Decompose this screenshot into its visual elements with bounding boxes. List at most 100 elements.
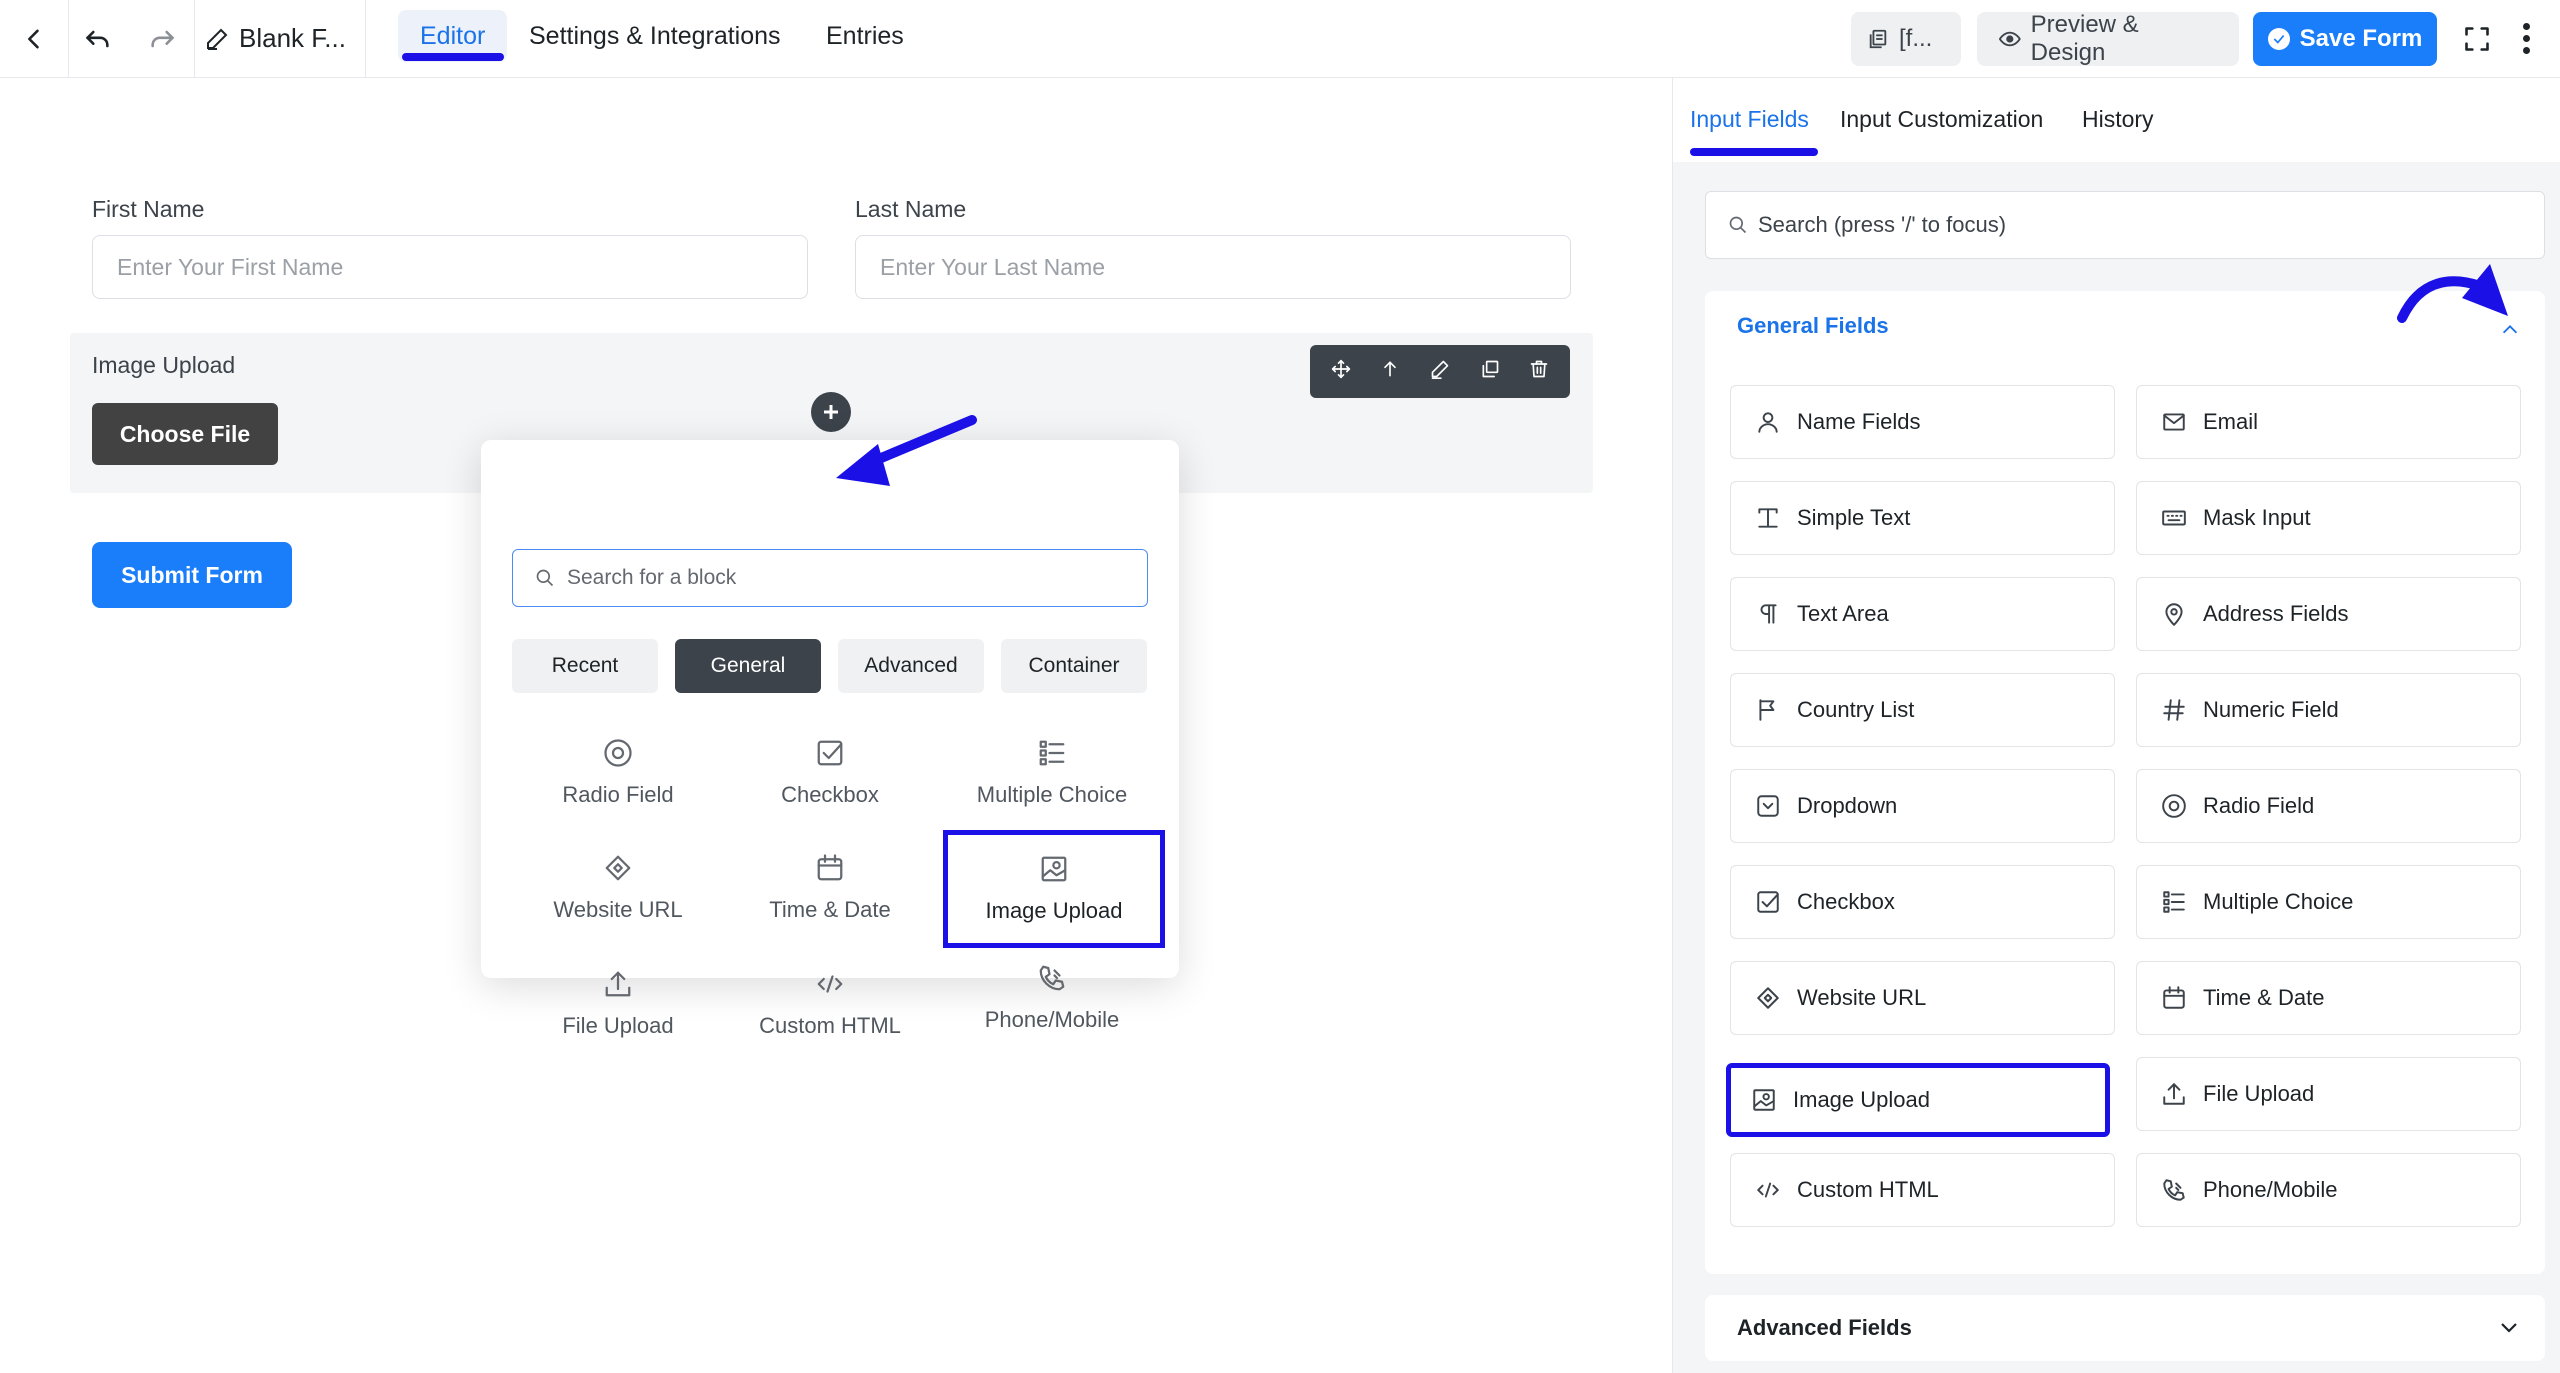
shortcode-button[interactable]: [f... <box>1851 12 1961 66</box>
save-label: Save Form <box>2299 25 2423 52</box>
submit-form-button[interactable]: Submit Form <box>92 542 292 608</box>
block-radio-field[interactable]: Radio Field <box>507 723 729 823</box>
field-image-upload[interactable]: Image Upload <box>1726 1063 2110 1137</box>
tab-input-customization[interactable]: Input Customization <box>1840 106 2043 133</box>
image-icon <box>1753 1089 1775 1111</box>
hash-icon <box>2163 699 2185 721</box>
field-address-fields[interactable]: Address Fields <box>2136 577 2521 651</box>
arrow-up-icon[interactable] <box>1380 359 1400 384</box>
checkbox-icon <box>1757 891 1779 913</box>
field-label: Multiple Choice <box>2203 889 2354 914</box>
block-label: Time & Date <box>769 897 891 922</box>
eye-icon <box>1999 31 2021 47</box>
field-name-fields[interactable]: Name Fields <box>1730 385 2115 459</box>
code-icon <box>1757 1182 1779 1198</box>
field-label: Mask Input <box>2203 505 2311 530</box>
tab-history[interactable]: History <box>2082 106 2154 133</box>
field-label: Phone/Mobile <box>2203 1177 2338 1202</box>
block-toolbar <box>1310 345 1570 398</box>
annotation-underline <box>402 53 504 61</box>
chevron-down-icon[interactable] <box>2497 1315 2521 1344</box>
map-pin-icon <box>2165 603 2183 626</box>
field-text-area[interactable]: Text Area <box>1730 577 2115 651</box>
block-checkbox[interactable]: Checkbox <box>719 723 941 823</box>
field-label: Website URL <box>1797 985 1927 1010</box>
edit-icon[interactable] <box>1430 359 1450 384</box>
fullscreen-icon[interactable] <box>2452 0 2502 77</box>
last-name-input[interactable]: Enter Your Last Name <box>855 235 1571 299</box>
redo-icon[interactable] <box>130 0 194 77</box>
code-icon <box>817 975 843 993</box>
block-custom-html[interactable]: Custom HTML <box>719 954 941 1054</box>
tab-entries[interactable]: Entries <box>804 10 926 62</box>
block-label: Multiple Choice <box>976 782 1128 807</box>
calendar-icon <box>817 854 843 881</box>
radio-icon <box>2162 794 2186 818</box>
trash-icon[interactable] <box>1529 359 1549 384</box>
field-email[interactable]: Email <box>2136 385 2521 459</box>
field-label: Time & Date <box>2203 985 2325 1010</box>
more-vertical-icon[interactable] <box>2508 0 2544 77</box>
block-search-placeholder: Search for a block <box>567 566 737 589</box>
upload-icon <box>605 971 631 997</box>
general-fields-title[interactable]: General Fields <box>1737 313 1889 339</box>
link-icon <box>1757 987 1779 1009</box>
tab-settings-integrations[interactable]: Settings & Integrations <box>507 10 803 62</box>
field-website-url[interactable]: Website URL <box>1730 961 2115 1035</box>
field-search-input[interactable]: Search (press '/' to focus) <box>1705 191 2545 259</box>
chevron-up-icon[interactable] <box>2499 319 2521 346</box>
field-label: Dropdown <box>1797 793 1898 818</box>
back-icon[interactable] <box>0 0 68 77</box>
block-multiple-choice[interactable]: Multiple Choice <box>941 723 1163 823</box>
copy-icon <box>1869 29 1887 49</box>
duplicate-icon[interactable] <box>1480 359 1500 384</box>
field-checkbox[interactable]: Checkbox <box>1730 865 2115 939</box>
tab-input-fields[interactable]: Input Fields <box>1690 106 1809 133</box>
popover-tab-recent[interactable]: Recent <box>512 639 658 693</box>
shortcode-label: [f... <box>1899 25 1933 52</box>
undo-icon[interactable] <box>68 0 128 77</box>
field-simple-text[interactable]: Simple Text <box>1730 481 2115 555</box>
field-country-list[interactable]: Country List <box>1730 673 2115 747</box>
advanced-fields-section[interactable]: Advanced Fields <box>1705 1295 2545 1361</box>
check-circle-icon <box>2267 28 2290 50</box>
choose-file-button[interactable]: Choose File <box>92 403 278 465</box>
move-icon[interactable] <box>1331 359 1351 384</box>
form-title[interactable]: Blank F... <box>205 0 346 77</box>
field-numeric-field[interactable]: Numeric Field <box>2136 673 2521 747</box>
field-multiple-choice[interactable]: Multiple Choice <box>2136 865 2521 939</box>
field-label: Numeric Field <box>2203 697 2339 722</box>
field-phone-mobile[interactable]: Phone/Mobile <box>2136 1153 2521 1227</box>
field-time-date[interactable]: Time & Date <box>2136 961 2521 1035</box>
popover-tab-advanced[interactable]: Advanced <box>838 639 984 693</box>
field-label: Name Fields <box>1797 409 1921 434</box>
field-dropdown[interactable]: Dropdown <box>1730 769 2115 843</box>
field-label: Country List <box>1797 697 1915 722</box>
popover-tab-container[interactable]: Container <box>1001 639 1147 693</box>
field-file-upload[interactable]: File Upload <box>2136 1057 2521 1131</box>
block-label: Checkbox <box>781 782 879 807</box>
panel-tabs: Input Fields Input Customization History <box>1673 78 2560 162</box>
field-mask-input[interactable]: Mask Input <box>2136 481 2521 555</box>
last-name-label: Last Name <box>855 196 967 222</box>
field-radio-field[interactable]: Radio Field <box>2136 769 2521 843</box>
field-label: Simple Text <box>1797 505 1911 530</box>
first-name-input[interactable]: Enter Your First Name <box>92 235 808 299</box>
popover-tab-general[interactable]: General <box>675 639 821 693</box>
block-file-upload[interactable]: File Upload <box>507 954 729 1054</box>
save-form-button[interactable]: Save Form <box>2253 12 2437 66</box>
block-website-url[interactable]: Website URL <box>507 838 729 938</box>
fields-panel: Input Fields Input Customization History… <box>1672 78 2560 1373</box>
block-label: File Upload <box>562 1013 674 1038</box>
block-phone-mobile[interactable]: Phone/Mobile <box>941 948 1163 1048</box>
dropdown-icon <box>1757 795 1779 817</box>
field-label: Image Upload <box>1793 1087 1930 1112</box>
field-custom-html[interactable]: Custom HTML <box>1730 1153 2115 1227</box>
add-block-button[interactable] <box>811 392 851 432</box>
block-time-date[interactable]: Time & Date <box>719 838 941 938</box>
radio-icon <box>604 739 632 767</box>
block-label: Image Upload <box>985 898 1123 923</box>
preview-design-button[interactable]: Preview & Design <box>1977 11 2239 66</box>
block-search-input[interactable]: Search for a block <box>512 549 1148 607</box>
block-image-upload[interactable]: Image Upload <box>943 830 1165 948</box>
